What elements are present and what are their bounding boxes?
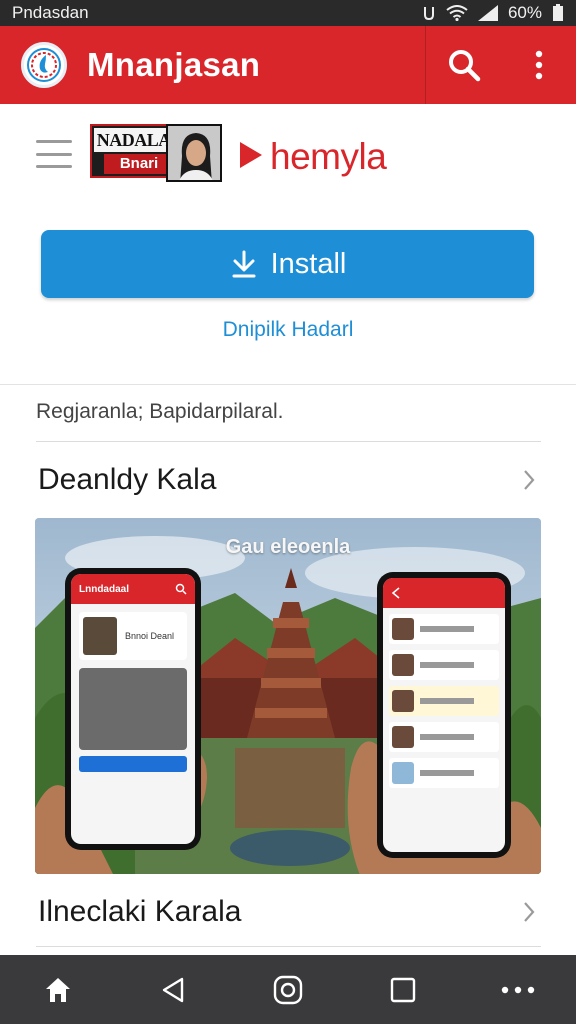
recents-button[interactable] (373, 960, 433, 1020)
battery-icon (552, 4, 564, 22)
app-title: Mnanjasan (87, 46, 261, 83)
status-icons: 60% (422, 3, 564, 23)
divider (0, 384, 576, 385)
left-phone-title: Lnndadaal (79, 583, 130, 595)
signal-icon (477, 5, 498, 21)
left-phone-button (79, 756, 187, 772)
section-title: Deanldy Kala (38, 463, 217, 496)
back-icon (162, 977, 183, 1002)
banner-overlay-text: Gau eleoenla (225, 536, 351, 558)
channel-header: NADALAI Bnari hemyla (0, 104, 576, 216)
battery-text: 60% (507, 3, 542, 22)
section-row-1[interactable]: Deanldy Kala (38, 458, 540, 502)
more-vert-icon (535, 50, 543, 80)
install-button[interactable]: Install (41, 230, 534, 298)
home-icon (45, 977, 70, 1002)
back-arrow-icon (391, 587, 400, 599)
carrier-text: Pndasdan (12, 3, 89, 22)
app-logo[interactable] (21, 42, 67, 88)
list-item (389, 686, 499, 716)
chevron-right-icon (518, 469, 540, 491)
left-phone-header: Lnndadaal (71, 574, 195, 604)
divider (36, 946, 541, 947)
left-phone-image (79, 668, 187, 750)
channel-logo[interactable]: NADALAI Bnari (90, 124, 224, 190)
install-label: Install (270, 247, 347, 280)
promo-banner[interactable]: Gau eleoenla Lnndadaal Bnnoi Deanl (35, 518, 541, 874)
section-row-2[interactable]: Ilneclaki Karala (38, 890, 540, 934)
search-button[interactable] (426, 26, 502, 104)
list-item (389, 758, 499, 788)
right-phone-list (383, 608, 505, 794)
camera-icon (273, 975, 303, 1004)
menu-icon[interactable] (36, 140, 72, 168)
alarm-icon (422, 5, 436, 21)
app-bar: Mnanjasan (0, 26, 576, 104)
channel-logo-bottom: Bnari (104, 154, 174, 174)
bottom-nav-bar (0, 955, 576, 1024)
wifi-icon (446, 5, 468, 21)
right-phone-header (383, 578, 505, 608)
list-item (389, 650, 499, 680)
section-title: Ilneclaki Karala (38, 895, 242, 928)
list-item (389, 722, 499, 752)
right-phone-screen (383, 578, 505, 852)
list-item (389, 614, 499, 644)
info-subtitle: Regjaranla; Bapidarpilaral. (36, 400, 284, 423)
right-phone-mockup (377, 572, 511, 858)
left-phone-screen: Lnndadaal Bnnoi Deanl (71, 574, 195, 844)
camera-button[interactable] (258, 960, 318, 1020)
search-icon (449, 50, 481, 82)
square-icon (390, 977, 416, 1002)
back-button[interactable] (143, 960, 203, 1020)
left-phone-card-title: Bnnoi Deanl (125, 631, 175, 641)
brand-name: hemyla (270, 136, 387, 177)
play-icon (240, 142, 262, 168)
more-button[interactable] (488, 960, 548, 1020)
left-phone-mockup: Lnndadaal Bnnoi Deanl (65, 568, 201, 850)
more-icon (502, 986, 535, 993)
overflow-menu-button[interactable] (502, 26, 576, 104)
divider (36, 441, 541, 442)
secondary-link[interactable]: Dnipilk Hadarl (0, 318, 576, 342)
presenter-photo (166, 124, 222, 182)
chevron-right-icon (518, 901, 540, 923)
home-button[interactable] (28, 960, 88, 1020)
status-bar: Pndasdan 60% (0, 0, 576, 26)
left-phone-card: Bnnoi Deanl (79, 612, 187, 660)
thumbnail (83, 617, 117, 655)
download-icon (232, 250, 256, 278)
search-icon (175, 583, 187, 595)
